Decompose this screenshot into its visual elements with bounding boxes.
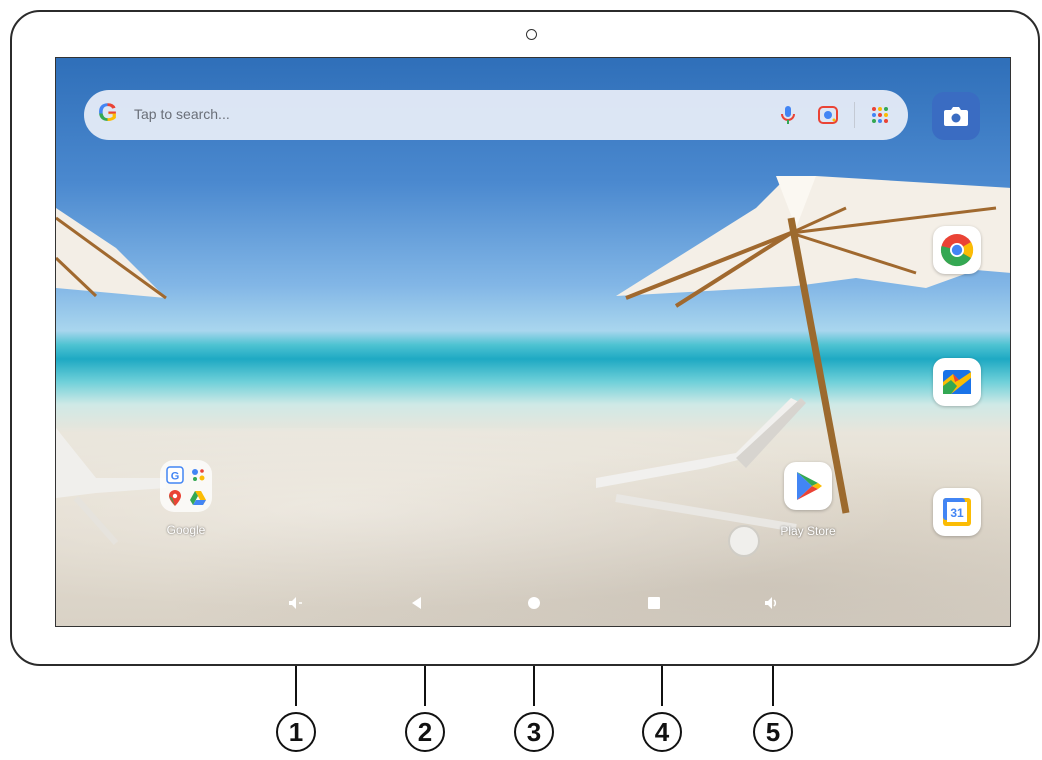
calendar-icon[interactable]: 31: [933, 488, 981, 536]
drive-icon: [187, 487, 208, 508]
maps-icon: [164, 487, 185, 508]
home-screen: G Tap to search... 31 Play Store G Googl…: [55, 57, 1011, 627]
app-grid-icon[interactable]: [868, 103, 892, 127]
google-app-icon: G: [164, 464, 185, 485]
callout-3: 3: [514, 712, 554, 752]
microphone-icon[interactable]: [776, 103, 800, 127]
callout-line-4: [661, 666, 663, 706]
beach-wallpaper: [56, 176, 1010, 557]
google-lens-icon[interactable]: [816, 103, 840, 127]
chrome-icon[interactable]: [933, 226, 981, 274]
search-bar[interactable]: G Tap to search...: [84, 90, 908, 140]
callout-line-2: [424, 666, 426, 706]
front-camera: [526, 29, 537, 40]
callout-4: 4: [642, 712, 682, 752]
folder-label: Google: [166, 523, 206, 537]
camera-app-icon[interactable]: [932, 92, 980, 140]
assistant-icon: [187, 464, 208, 485]
search-placeholder: Tap to search...: [134, 106, 230, 122]
google-g-icon: G: [98, 99, 118, 127]
play-store-icon[interactable]: [784, 462, 832, 510]
calendar-day: 31: [950, 506, 964, 520]
play-store-label: Play Store: [780, 524, 836, 538]
photos-icon[interactable]: [933, 358, 981, 406]
google-folder[interactable]: G: [160, 460, 212, 512]
callout-line-1: [295, 666, 297, 706]
volume-up-icon[interactable]: [762, 593, 782, 613]
callout-line-3: [533, 666, 535, 706]
callout-line-5: [772, 666, 774, 706]
back-icon[interactable]: [406, 593, 426, 613]
callout-1: 1: [276, 712, 316, 752]
home-icon[interactable]: [524, 593, 544, 613]
recents-icon[interactable]: [644, 593, 664, 613]
svg-text:G: G: [170, 470, 179, 482]
callout-5: 5: [753, 712, 793, 752]
volume-down-icon[interactable]: [286, 593, 306, 613]
callout-2: 2: [405, 712, 445, 752]
